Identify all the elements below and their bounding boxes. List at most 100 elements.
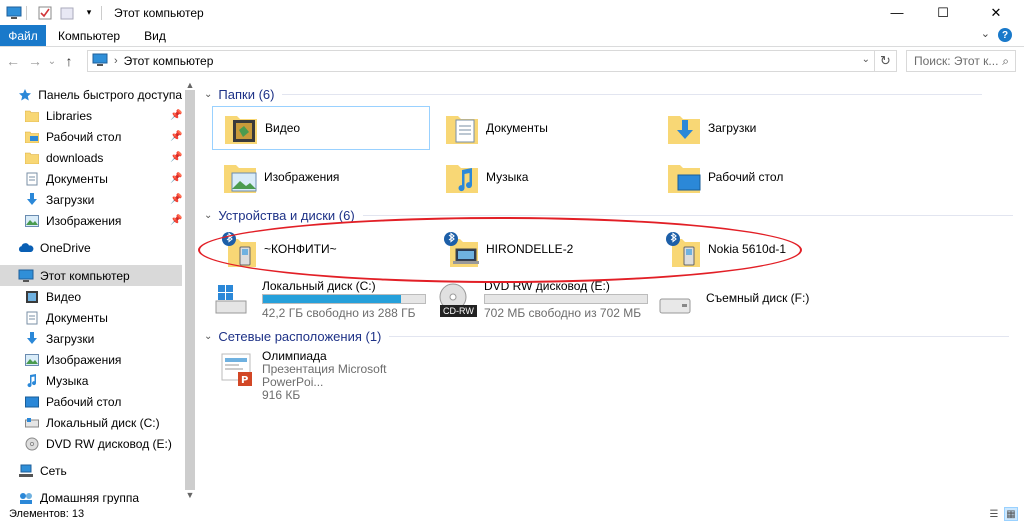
folder-tile-desktop[interactable]: Рабочий стол: [656, 155, 874, 199]
sidebar-item-downloads-folder[interactable]: downloads 📌: [0, 147, 182, 168]
sidebar-item-local-disk[interactable]: Локальный диск (C:): [0, 412, 182, 433]
disk-usage-fill: [263, 295, 401, 303]
back-button[interactable]: ←: [2, 50, 24, 72]
tab-view[interactable]: Вид: [132, 25, 178, 46]
expand-ribbon-icon[interactable]: ⌄: [981, 27, 990, 40]
powerpoint-file-icon: P: [220, 352, 256, 391]
navigation-scrollbar[interactable]: ▲ ▼: [182, 80, 197, 504]
sidebar-item-network[interactable]: Сеть: [0, 460, 182, 481]
sidebar-item-quick-access[interactable]: Панель быстрого доступа: [0, 84, 182, 105]
drive-tile-c[interactable]: Локальный диск (C:) 42,2 ГБ свободно из …: [200, 279, 426, 323]
tiles-view-icon[interactable]: ▦: [1004, 507, 1018, 521]
up-button[interactable]: ↑: [58, 50, 80, 72]
computer-icon: [18, 268, 34, 284]
forward-button[interactable]: →: [24, 50, 46, 72]
sidebar-item-homegroup[interactable]: Домашняя группа: [0, 487, 182, 504]
sidebar-item-music[interactable]: Музыка: [0, 370, 182, 391]
sidebar-item-documents[interactable]: Документы 📌: [0, 168, 182, 189]
maximize-button[interactable]: ☐: [920, 0, 966, 25]
customize-toolbar-icon[interactable]: ▾: [81, 5, 97, 21]
documents-folder-icon: [442, 108, 482, 148]
drive-tile-e[interactable]: CD-RW DVD RW дисковод (E:) 702 МБ свобод…: [422, 279, 648, 323]
sidebar-item-pictures-pc[interactable]: Изображения: [0, 349, 182, 370]
group-header-devices[interactable]: ⌄ Устройства и диски (6): [204, 206, 1013, 224]
device-tile-nokia[interactable]: Nokia 5610d-1: [656, 227, 874, 271]
title-bar: ▾ Этот компьютер — ☐ ✕: [0, 0, 1024, 25]
scroll-down-icon[interactable]: ▼: [184, 490, 196, 500]
pin-icon[interactable]: 📌: [170, 110, 182, 121]
sidebar-item-documents-pc[interactable]: Документы: [0, 307, 182, 328]
computer-icon[interactable]: [6, 5, 22, 21]
video-icon: [24, 289, 40, 305]
sidebar-item-desktop[interactable]: Рабочий стол 📌: [0, 126, 182, 147]
file-size: 916 КБ: [262, 388, 301, 402]
close-button[interactable]: ✕: [973, 0, 1019, 25]
pin-icon[interactable]: 📌: [170, 215, 182, 226]
group-header-folders[interactable]: ⌄ Папки (6): [204, 85, 983, 103]
device-tile-hirondelle[interactable]: HIRONDELLE-2: [434, 227, 652, 271]
chevron-down-icon[interactable]: ⌄: [204, 89, 212, 100]
folder-tile-downloads[interactable]: Загрузки: [656, 106, 874, 150]
sidebar-item-onedrive[interactable]: OneDrive: [0, 237, 182, 258]
downloads-folder-icon: [664, 108, 704, 148]
help-icon[interactable]: ?: [998, 28, 1012, 42]
search-input[interactable]: Поиск: Этот к... ⌕: [906, 50, 1016, 72]
file-type: Презентация Microsoft PowerPoi...: [262, 362, 387, 389]
explorer-window: ▾ Этот компьютер — ☐ ✕ Файл Компьютер Ви…: [0, 0, 1024, 524]
sidebar-item-pictures[interactable]: Изображения 📌: [0, 210, 182, 231]
sidebar-item-desktop-pc[interactable]: Рабочий стол: [0, 391, 182, 412]
computer-icon: [92, 53, 108, 70]
navigation-pane: Панель быстрого доступа Libraries 📌 Рабо…: [0, 80, 182, 504]
homegroup-icon: [18, 490, 34, 505]
dvd-icon: [24, 436, 40, 452]
refresh-button[interactable]: ↻: [874, 51, 896, 71]
sidebar-item-libraries[interactable]: Libraries 📌: [0, 105, 182, 126]
address-bar[interactable]: › Этот компьютер ⌄ ↻: [87, 50, 897, 72]
tab-file[interactable]: Файл: [0, 25, 46, 46]
sidebar-item-downloads-pc[interactable]: Загрузки: [0, 328, 182, 349]
scroll-up-icon[interactable]: ▲: [184, 80, 196, 90]
window-title: Этот компьютер: [114, 5, 204, 20]
scrollbar-thumb[interactable]: [185, 90, 195, 490]
content-pane: ⌄ Папки (6) Видео Документы Загрузки Изо…: [200, 80, 1024, 504]
chevron-down-icon[interactable]: ⌄: [204, 331, 212, 342]
bluetooth-laptop-icon: [442, 229, 482, 269]
drive-tile-f[interactable]: Съемный диск (F:): [644, 279, 862, 323]
chevron-down-icon[interactable]: ⌄: [862, 54, 870, 65]
device-tile-konfiti[interactable]: ~КОНФИТИ~: [212, 227, 430, 271]
removable-drive-icon: [658, 283, 692, 317]
chevron-down-icon[interactable]: ⌄: [204, 210, 212, 221]
divider: [362, 214, 1013, 216]
sidebar-item-this-pc[interactable]: Этот компьютер: [0, 265, 182, 286]
divider: [282, 93, 983, 95]
desktop-folder-icon: [24, 129, 40, 145]
recent-locations-button[interactable]: ⌄: [46, 50, 58, 72]
folder-tile-pictures[interactable]: Изображения: [212, 155, 430, 199]
sidebar-item-videos[interactable]: Видео: [0, 286, 182, 307]
new-folder-icon[interactable]: [59, 5, 75, 21]
group-header-network[interactable]: ⌄ Сетевые расположения (1): [204, 327, 1010, 345]
pictures-icon: [24, 352, 40, 368]
pin-icon[interactable]: 📌: [170, 194, 182, 205]
chevron-right-icon[interactable]: ›: [114, 55, 118, 67]
pin-icon[interactable]: 📌: [170, 173, 182, 184]
minimize-button[interactable]: —: [874, 0, 920, 25]
folder-tile-music[interactable]: Музыка: [434, 155, 652, 199]
network-item-olimpiada[interactable]: P Олимпиада Презентация Microsoft PowerP…: [216, 350, 436, 402]
item-count: Элементов: 13: [9, 508, 85, 520]
tab-computer[interactable]: Компьютер: [46, 25, 132, 46]
cd-rw-badge: CD-RW: [440, 305, 477, 317]
bluetooth-phone-icon: [664, 229, 704, 269]
separator: [26, 5, 27, 20]
breadcrumb[interactable]: Этот компьютер: [124, 54, 214, 68]
properties-icon[interactable]: [37, 5, 53, 21]
folder-tile-videos[interactable]: Видео: [212, 106, 430, 150]
pin-icon[interactable]: 📌: [170, 152, 182, 163]
pin-icon[interactable]: 📌: [170, 131, 182, 142]
folder-icon: [24, 150, 40, 166]
sidebar-item-downloads[interactable]: Загрузки 📌: [0, 189, 182, 210]
sidebar-item-dvd[interactable]: DVD RW дисковод (E:): [0, 433, 182, 454]
folder-tile-documents[interactable]: Документы: [434, 106, 652, 150]
download-icon: [24, 331, 40, 347]
details-view-icon[interactable]: ☰: [987, 507, 1001, 521]
